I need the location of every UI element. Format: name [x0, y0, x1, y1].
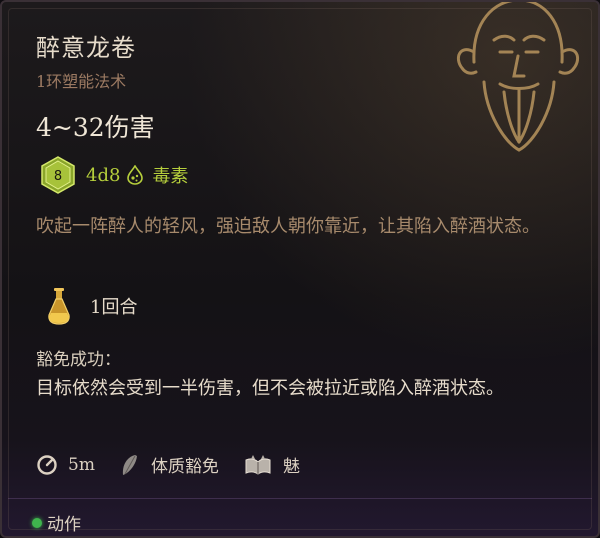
- spell-title: 醉意龙卷: [36, 34, 136, 62]
- range-value: 5m: [68, 454, 95, 475]
- spell-tooltip: 醉意龙卷 1环塑能法术 4~32伤害 8 4d8 毒素 吹起一阵醉人的轻风，强迫…: [0, 0, 600, 538]
- spellcasting-ability: 魅: [282, 457, 300, 477]
- book-icon: [245, 454, 271, 475]
- damage-type: 毒素: [152, 166, 189, 187]
- save-success-title: 豁免成功：: [36, 350, 121, 370]
- range-gauge-icon: [37, 454, 57, 475]
- spell-level-school: 1环塑能法术: [36, 72, 127, 91]
- save-type: 体质豁免: [150, 457, 219, 477]
- save-success-description: 目标依然会受到一半伤害，但不会被拉近或陷入醉酒状态。: [36, 378, 504, 399]
- spell-description: 吹起一阵醉人的轻风，强迫敌人朝你靠近，让其陷入醉酒状态。: [36, 216, 540, 237]
- d8-dice-icon: 8: [41, 156, 75, 194]
- damage-dice-row: 8 4d8 毒素: [38, 155, 188, 195]
- bald-monk-portrait-icon: [457, 2, 579, 152]
- save-property: 体质豁免: [119, 452, 219, 477]
- dice-value: 8: [54, 169, 62, 184]
- flask-icon: [48, 288, 70, 325]
- range-property: 5m: [36, 454, 95, 476]
- feather-icon: [122, 454, 137, 475]
- poison-drop-icon: [127, 165, 144, 185]
- green-dot-icon: [32, 517, 42, 528]
- action-cost: 1回合: [90, 297, 138, 318]
- damage-range: 4~32伤害: [36, 113, 155, 142]
- ability-property: 魅: [243, 452, 300, 477]
- action-type-label: 动作: [47, 515, 81, 535]
- spell-properties-row: 5m 体质豁免 魅: [36, 452, 314, 477]
- cost-row: 1回合: [46, 287, 137, 325]
- action-type-row: 动作: [32, 510, 81, 535]
- dice-formula: 4d8: [86, 164, 121, 186]
- footer-divider: [8, 498, 592, 499]
